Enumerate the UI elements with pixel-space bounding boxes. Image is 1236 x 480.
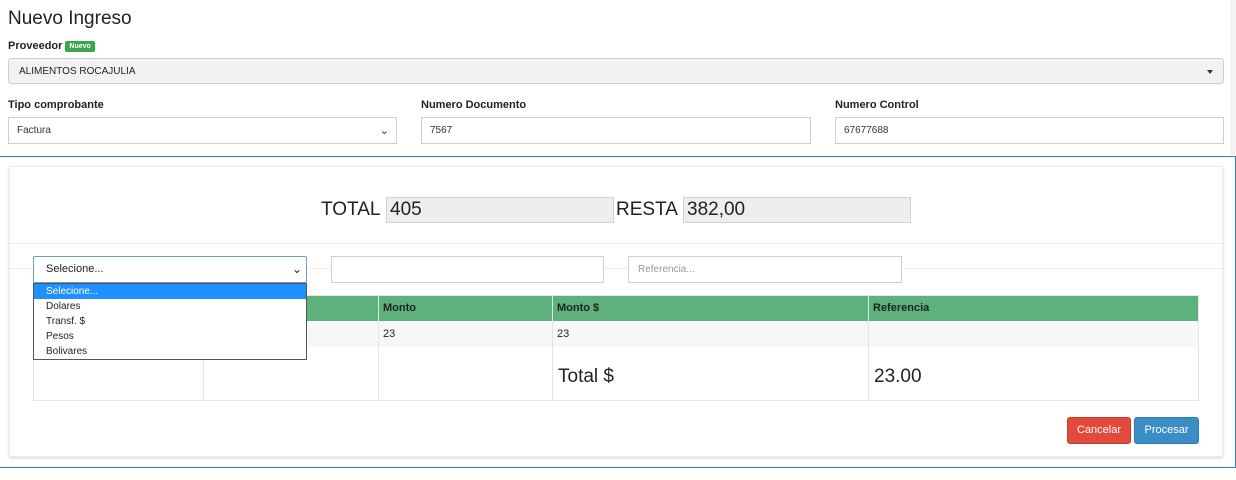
voucher-type-label: Tipo comprobante [8, 99, 104, 111]
dropdown-option-bolivares[interactable]: Bolivares [34, 344, 306, 359]
caret-down-icon [1207, 70, 1213, 74]
control-number-value: 67677688 [844, 125, 889, 136]
table-cell-monto-usd: 23 [553, 321, 869, 347]
payment-reference-input[interactable]: Referencia... [628, 256, 902, 283]
control-number-label: Numero Control [835, 99, 919, 111]
table-footer-cell: Total $ [553, 347, 869, 401]
document-number-value: 7567 [430, 125, 453, 136]
voucher-type-select[interactable]: Factura ⌄ [8, 117, 397, 144]
dropdown-option-selecione[interactable]: Selecione... [34, 284, 306, 299]
voucher-type-value: Factura [17, 125, 51, 136]
column-header-monto: Monto [379, 296, 553, 321]
new-provider-badge[interactable]: Nuevo [65, 41, 95, 52]
dropdown-option-pesos[interactable]: Pesos [34, 329, 306, 344]
payment-method-value: Selecione... [46, 263, 104, 275]
divider [10, 243, 1222, 244]
page-scrollbar[interactable] [1230, 0, 1236, 155]
column-header-monto-usd: Monto $ [553, 296, 869, 321]
remaining-label: RESTA [616, 199, 678, 220]
document-number-input[interactable]: 7567 [421, 117, 811, 144]
provider-select[interactable]: ALIMENTOS ROCAJULIA [8, 58, 1224, 84]
chevron-down-icon: ⌄ [291, 262, 302, 276]
table-footer-cell [379, 347, 553, 401]
cancel-button[interactable]: Cancelar [1067, 417, 1131, 444]
total-label: TOTAL [321, 199, 381, 220]
document-number-label: Numero Documento [421, 99, 527, 111]
footer-total-value: 23.00 [874, 366, 922, 387]
payment-amount-input[interactable] [331, 256, 604, 283]
table-cell-referencia [869, 321, 1198, 347]
page-title: Nuevo Ingreso [8, 8, 132, 29]
provider-label: Proveedor Nuevo [8, 40, 95, 52]
chevron-down-icon: ⌄ [379, 125, 389, 137]
total-value-box: 405 [386, 197, 614, 223]
table-cell-monto: 23 [379, 321, 553, 347]
dropdown-option-transf[interactable]: Transf. $ [34, 314, 306, 329]
column-header-referencia: Referencia [869, 296, 1198, 321]
provider-label-text: Proveedor [8, 40, 63, 52]
dropdown-option-dolares[interactable]: Dolares [34, 299, 306, 314]
control-number-input[interactable]: 67677688 [835, 117, 1224, 144]
table-footer-cell: 23.00 [869, 347, 1198, 401]
footer-total-label: Total $ [558, 366, 614, 387]
remaining-value-box: 382,00 [683, 197, 911, 223]
payment-method-select[interactable]: Selecione... ⌄ [33, 256, 307, 283]
payment-method-dropdown[interactable]: Selecione... Dolares Transf. $ Pesos Bol… [33, 283, 307, 360]
process-button[interactable]: Procesar [1134, 417, 1199, 444]
provider-select-value: ALIMENTOS ROCAJULIA [19, 66, 136, 77]
